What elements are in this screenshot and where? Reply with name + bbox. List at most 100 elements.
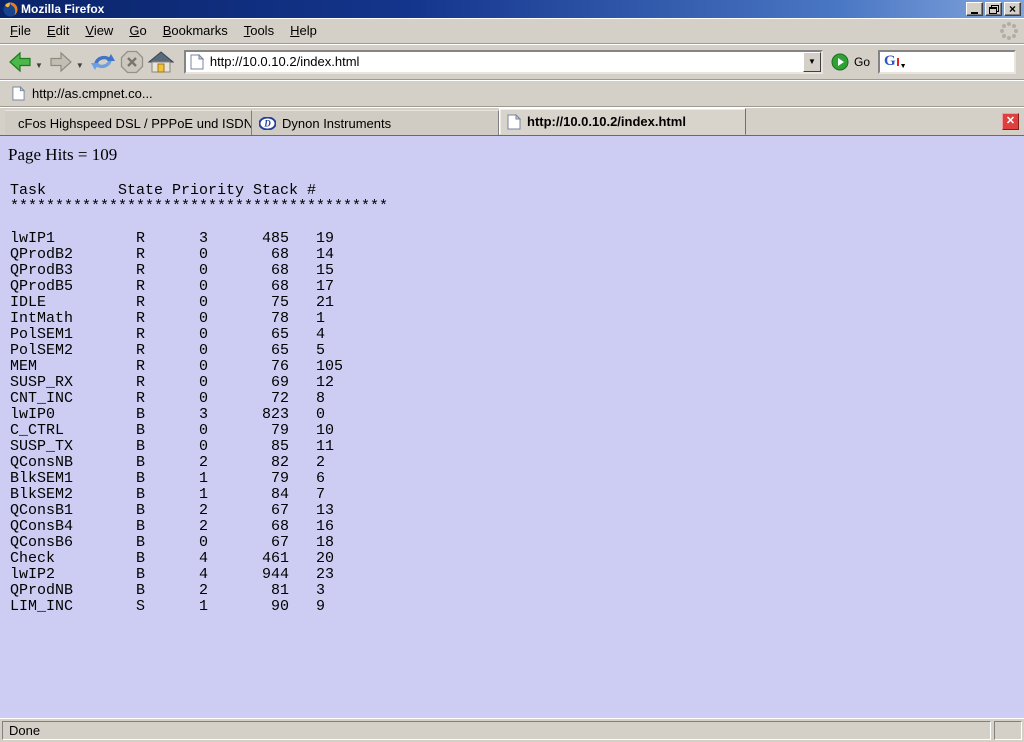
table-row: SUSP_RXR06912 bbox=[10, 375, 1024, 391]
reload-button[interactable] bbox=[88, 48, 118, 76]
cell-num: 3 bbox=[316, 583, 325, 599]
table-row: PolSEM2R0655 bbox=[10, 343, 1024, 359]
task-rows: lwIP1R348519QProdB2R06814QProdB3R06815QP… bbox=[10, 231, 1024, 615]
close-button[interactable]: × bbox=[1004, 2, 1021, 16]
tab-close-button[interactable]: ✕ bbox=[1002, 113, 1019, 130]
menu-item-edit[interactable]: Edit bbox=[39, 20, 77, 41]
cell-state: R bbox=[136, 247, 199, 263]
tab-index-html[interactable]: http://10.0.10.2/index.html bbox=[499, 108, 746, 135]
window-controls: × bbox=[966, 2, 1021, 16]
cell-task: IDLE bbox=[10, 295, 136, 311]
reload-icon bbox=[90, 50, 116, 74]
tab-label: http://10.0.10.2/index.html bbox=[527, 114, 686, 129]
cell-num: 6 bbox=[316, 471, 325, 487]
back-button[interactable] bbox=[6, 48, 34, 76]
close-icon: × bbox=[1009, 4, 1016, 14]
table-header: Task State Priority Stack # bbox=[10, 183, 1024, 199]
tab-cfos[interactable]: cFos cFos Highspeed DSL / PPPoE und ISDN… bbox=[5, 110, 252, 135]
cell-task: QConsNB bbox=[10, 455, 136, 471]
search-engine-dropdown-icon[interactable]: ▼ bbox=[900, 63, 907, 70]
menu-item-help[interactable]: Help bbox=[282, 20, 325, 41]
cell-state: R bbox=[136, 343, 199, 359]
navigation-toolbar: ▼ ▼ bbox=[0, 44, 1024, 80]
cell-task: C_CTRL bbox=[10, 423, 136, 439]
go-button[interactable]: Go bbox=[831, 53, 870, 71]
url-input[interactable]: http://10.0.10.2/index.html bbox=[210, 54, 803, 69]
menu-item-bookmarks[interactable]: Bookmarks bbox=[155, 20, 236, 41]
cell-stack: 76 bbox=[217, 359, 289, 375]
forward-dropdown-button[interactable]: ▼ bbox=[76, 61, 84, 70]
cell-priority: 0 bbox=[199, 439, 217, 455]
cell-stack: 69 bbox=[217, 375, 289, 391]
page-icon bbox=[190, 54, 204, 70]
back-dropdown-button[interactable]: ▼ bbox=[35, 61, 43, 70]
url-bar[interactable]: http://10.0.10.2/index.html ▼ bbox=[184, 50, 823, 74]
title-bar: Mozilla Firefox × bbox=[0, 0, 1024, 18]
cell-priority: 4 bbox=[199, 567, 217, 583]
cell-state: B bbox=[136, 503, 199, 519]
search-input[interactable]: G▼ bbox=[878, 50, 1016, 74]
cell-state: R bbox=[136, 375, 199, 391]
bookmarks-toolbar: http://as.cmpnet.co... bbox=[0, 80, 1024, 107]
table-row: lwIP0B38230 bbox=[10, 407, 1024, 423]
cell-priority: 0 bbox=[199, 311, 217, 327]
restore-button[interactable] bbox=[985, 2, 1002, 16]
cell-num: 10 bbox=[316, 423, 334, 439]
cell-task: LIM_INC bbox=[10, 599, 136, 615]
go-button-label[interactable]: Go bbox=[854, 55, 870, 69]
menu-item-view[interactable]: View bbox=[77, 20, 121, 41]
stop-button[interactable] bbox=[118, 48, 146, 76]
cell-priority: 3 bbox=[199, 407, 217, 423]
stop-icon bbox=[120, 50, 144, 74]
forward-button[interactable] bbox=[47, 48, 75, 76]
cell-state: R bbox=[136, 263, 199, 279]
bookmark-item[interactable]: http://as.cmpnet.co... bbox=[8, 84, 157, 103]
cell-num: 12 bbox=[316, 375, 334, 391]
cell-state: B bbox=[136, 535, 199, 551]
table-row: SUSP_TXB08511 bbox=[10, 439, 1024, 455]
table-row: QProdB2R06814 bbox=[10, 247, 1024, 263]
cell-stack: 68 bbox=[217, 279, 289, 295]
cell-state: B bbox=[136, 487, 199, 503]
table-row: LIM_INCS1909 bbox=[10, 599, 1024, 615]
cell-task: SUSP_RX bbox=[10, 375, 136, 391]
page-favicon bbox=[507, 114, 521, 130]
column-priority: Priority bbox=[172, 183, 253, 199]
cell-num: 19 bbox=[316, 231, 334, 247]
cell-task: QConsB6 bbox=[10, 535, 136, 551]
cell-task: QConsB1 bbox=[10, 503, 136, 519]
forward-icon bbox=[49, 51, 73, 73]
cell-priority: 0 bbox=[199, 263, 217, 279]
cell-task: QConsB4 bbox=[10, 519, 136, 535]
cell-num: 5 bbox=[316, 343, 325, 359]
cell-num: 18 bbox=[316, 535, 334, 551]
cell-state: B bbox=[136, 519, 199, 535]
cell-stack: 944 bbox=[217, 567, 289, 583]
cell-stack: 81 bbox=[217, 583, 289, 599]
cell-priority: 1 bbox=[199, 599, 217, 615]
cell-num: 2 bbox=[316, 455, 325, 471]
cell-state: R bbox=[136, 295, 199, 311]
tab-dynon[interactable]: D Dynon Instruments bbox=[252, 110, 499, 135]
close-icon: ✕ bbox=[1006, 115, 1015, 127]
cell-stack: 65 bbox=[217, 343, 289, 359]
minimize-button[interactable] bbox=[966, 2, 983, 16]
menu-item-go[interactable]: Go bbox=[121, 20, 154, 41]
table-row: BlkSEM2B1847 bbox=[10, 487, 1024, 503]
cell-state: B bbox=[136, 455, 199, 471]
throbber-icon bbox=[999, 21, 1019, 41]
cell-state: B bbox=[136, 423, 199, 439]
home-button[interactable] bbox=[146, 48, 176, 76]
page-hits-text: Page Hits = 109 bbox=[8, 145, 1024, 165]
tab-label: cFos Highspeed DSL / PPPoE und ISDN CAP.… bbox=[18, 116, 252, 131]
cell-num: 7 bbox=[316, 487, 325, 503]
cell-state: B bbox=[136, 471, 199, 487]
cell-task: QProdB5 bbox=[10, 279, 136, 295]
menu-item-tools[interactable]: Tools bbox=[236, 20, 282, 41]
firefox-icon bbox=[3, 2, 18, 17]
url-dropdown-button[interactable]: ▼ bbox=[803, 52, 821, 72]
table-row: PolSEM1R0654 bbox=[10, 327, 1024, 343]
google-icon: G bbox=[884, 53, 896, 70]
cell-stack: 72 bbox=[217, 391, 289, 407]
menu-item-file[interactable]: File bbox=[2, 20, 39, 41]
